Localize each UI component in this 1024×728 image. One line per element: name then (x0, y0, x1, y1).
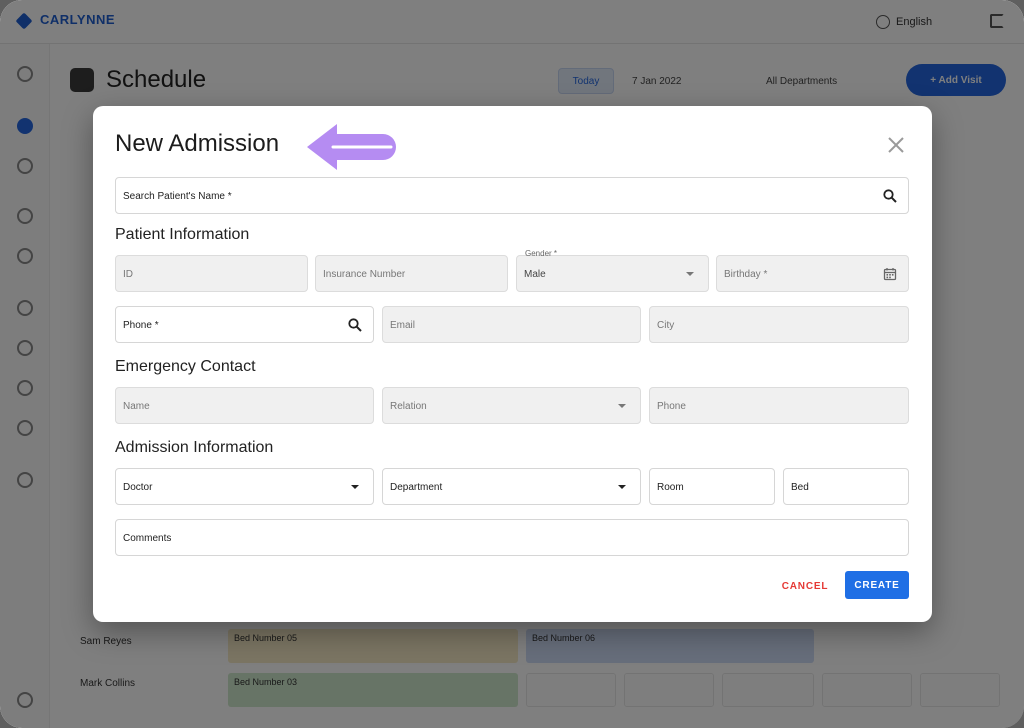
insurance-label: Insurance Number (323, 269, 406, 280)
new-admission-dialog: New Admission Search Patient's Name * Pa… (93, 106, 932, 622)
search-icon[interactable] (882, 188, 898, 204)
emergency-name-label: Name (123, 401, 150, 412)
gender-value: Male (524, 269, 546, 280)
phone-search-input[interactable]: Phone * (115, 306, 374, 343)
city-field[interactable]: City (649, 306, 909, 343)
department-label: Department (390, 482, 443, 493)
insurance-number-field[interactable]: Insurance Number (315, 255, 508, 292)
phone-label: Phone * (123, 320, 159, 331)
relation-label: Relation (390, 401, 427, 412)
dropdown-arrow-icon (347, 479, 363, 495)
doctor-label: Doctor (123, 482, 153, 493)
dropdown-arrow-icon (682, 266, 698, 282)
id-label: ID (123, 269, 133, 280)
section-title-admission: Admission Information (115, 439, 274, 456)
id-field[interactable]: ID (115, 255, 308, 292)
create-button[interactable]: CREATE (845, 571, 909, 599)
close-button[interactable] (885, 134, 907, 156)
search-patient-label: Search Patient's Name * (123, 191, 232, 202)
dropdown-arrow-icon (614, 398, 630, 414)
birthday-field[interactable]: Birthday * (716, 255, 909, 292)
comments-label: Comments (123, 533, 172, 544)
gender-label: Gender * (525, 249, 558, 258)
room-label: Room (657, 482, 684, 493)
dropdown-arrow-icon (614, 479, 630, 495)
search-patient-input[interactable]: Search Patient's Name * (115, 177, 909, 214)
cancel-button[interactable]: CANCEL (775, 573, 835, 599)
email-field[interactable]: Email (382, 306, 641, 343)
emergency-phone-field[interactable]: Phone (649, 387, 909, 424)
search-icon[interactable] (347, 317, 363, 333)
room-field[interactable]: Room (649, 468, 775, 505)
gender-select[interactable]: Gender * Male (516, 249, 709, 292)
relation-select[interactable]: Relation (382, 387, 641, 424)
doctor-select[interactable]: Doctor (115, 468, 374, 505)
section-title-emergency: Emergency Contact (115, 358, 256, 375)
dialog-title: New Admission (115, 130, 280, 157)
birthday-label: Birthday * (724, 269, 768, 280)
close-icon (888, 137, 904, 153)
calendar-icon[interactable] (882, 266, 898, 282)
email-label: Email (390, 320, 416, 331)
section-title-patient: Patient Information (115, 226, 250, 243)
department-select[interactable]: Department (382, 468, 641, 505)
emergency-name-field[interactable]: Name (115, 387, 374, 424)
city-label: City (657, 320, 675, 331)
comments-field[interactable]: Comments (115, 519, 909, 556)
bed-field[interactable]: Bed (783, 468, 909, 505)
bed-label: Bed (791, 482, 809, 493)
emergency-phone-label: Phone (657, 401, 686, 412)
arrow-left-icon (307, 124, 396, 170)
